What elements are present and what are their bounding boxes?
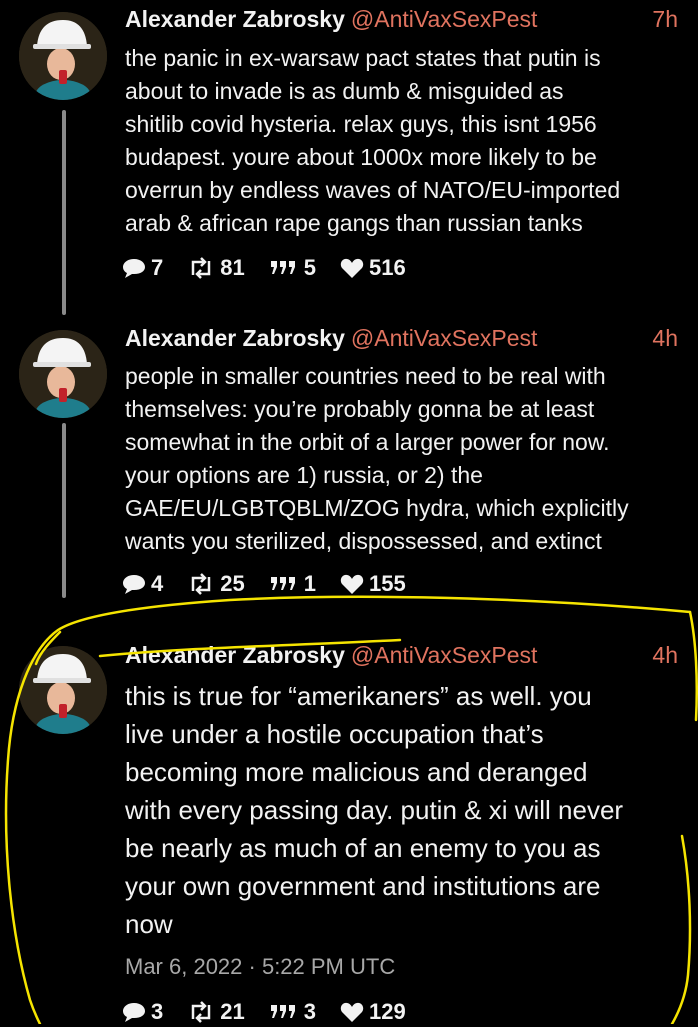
reply-button[interactable]: 7 xyxy=(122,255,163,281)
retweet-button[interactable]: 25 xyxy=(187,571,245,597)
reply-count: 4 xyxy=(151,571,164,596)
tweet-1[interactable]: Alexander Zabrosky @AntiVaxSexPest 7h the… xyxy=(0,0,698,300)
like-count: 129 xyxy=(368,999,406,1024)
quote-count: 1 xyxy=(303,571,316,596)
author-handle[interactable]: @AntiVaxSexPest xyxy=(351,642,538,668)
tweet-stats: 4 25 1 155 xyxy=(122,569,430,599)
tweet-time[interactable]: 4h xyxy=(652,642,678,669)
reply-count: 3 xyxy=(151,999,164,1024)
heart-icon xyxy=(340,574,364,594)
like-button[interactable]: 516 xyxy=(340,255,406,281)
author-name[interactable]: Alexander Zabrosky xyxy=(125,325,345,351)
reply-icon xyxy=(123,575,145,594)
like-button[interactable]: 129 xyxy=(340,999,406,1025)
author-handle[interactable]: @AntiVaxSexPest xyxy=(351,6,538,32)
tweet-stats: 7 81 5 516 xyxy=(122,253,430,283)
heart-icon xyxy=(340,1002,364,1022)
retweet-button[interactable]: 21 xyxy=(187,999,245,1025)
retweet-button[interactable]: 81 xyxy=(187,255,245,281)
author-name[interactable]: Alexander Zabrosky xyxy=(125,642,345,668)
tweet-3[interactable]: Alexander Zabrosky @AntiVaxSexPest 4h thi… xyxy=(0,636,698,1024)
reply-button[interactable]: 3 xyxy=(122,999,163,1025)
avatar[interactable] xyxy=(19,12,107,100)
quote-button[interactable]: 1 xyxy=(269,571,316,597)
like-count: 516 xyxy=(368,255,406,280)
like-button[interactable]: 155 xyxy=(340,571,406,597)
quote-count: 3 xyxy=(303,999,316,1024)
retweet-count: 25 xyxy=(220,571,245,596)
like-count: 155 xyxy=(368,571,406,596)
avatar[interactable] xyxy=(19,330,107,418)
author-handle[interactable]: @AntiVaxSexPest xyxy=(351,325,538,351)
quote-icon xyxy=(270,577,295,590)
quote-icon xyxy=(270,261,295,274)
tweet-text: the panic in ex-warsaw pact states that … xyxy=(125,45,621,236)
heart-icon xyxy=(340,258,364,278)
reply-icon xyxy=(123,259,145,278)
tweet-time[interactable]: 7h xyxy=(652,6,678,33)
reply-button[interactable]: 4 xyxy=(122,571,163,597)
author-name[interactable]: Alexander Zabrosky xyxy=(125,6,345,32)
reply-count: 7 xyxy=(151,255,164,280)
quote-icon xyxy=(270,1005,295,1018)
avatar[interactable] xyxy=(19,646,107,734)
tweet-date[interactable]: Mar 6, 2022 · 5:22 PM UTC xyxy=(125,954,395,980)
quote-button[interactable]: 5 xyxy=(269,255,316,281)
tweet-text: people in smaller countries need to be r… xyxy=(125,363,629,554)
reply-icon xyxy=(123,1003,145,1022)
retweet-icon xyxy=(192,257,211,279)
retweet-icon xyxy=(192,1001,211,1023)
tweet-time[interactable]: 4h xyxy=(652,325,678,352)
retweet-count: 21 xyxy=(220,999,245,1024)
tweet-stats: 3 21 3 129 xyxy=(122,997,430,1027)
quote-count: 5 xyxy=(303,255,316,280)
quote-button[interactable]: 3 xyxy=(269,999,316,1025)
retweet-icon xyxy=(192,573,211,595)
tweet-2[interactable]: Alexander Zabrosky @AntiVaxSexPest 4h peo… xyxy=(0,320,698,610)
retweet-count: 81 xyxy=(220,255,245,280)
tweet-text: this is true for “amerikaners” as well. … xyxy=(125,681,624,939)
